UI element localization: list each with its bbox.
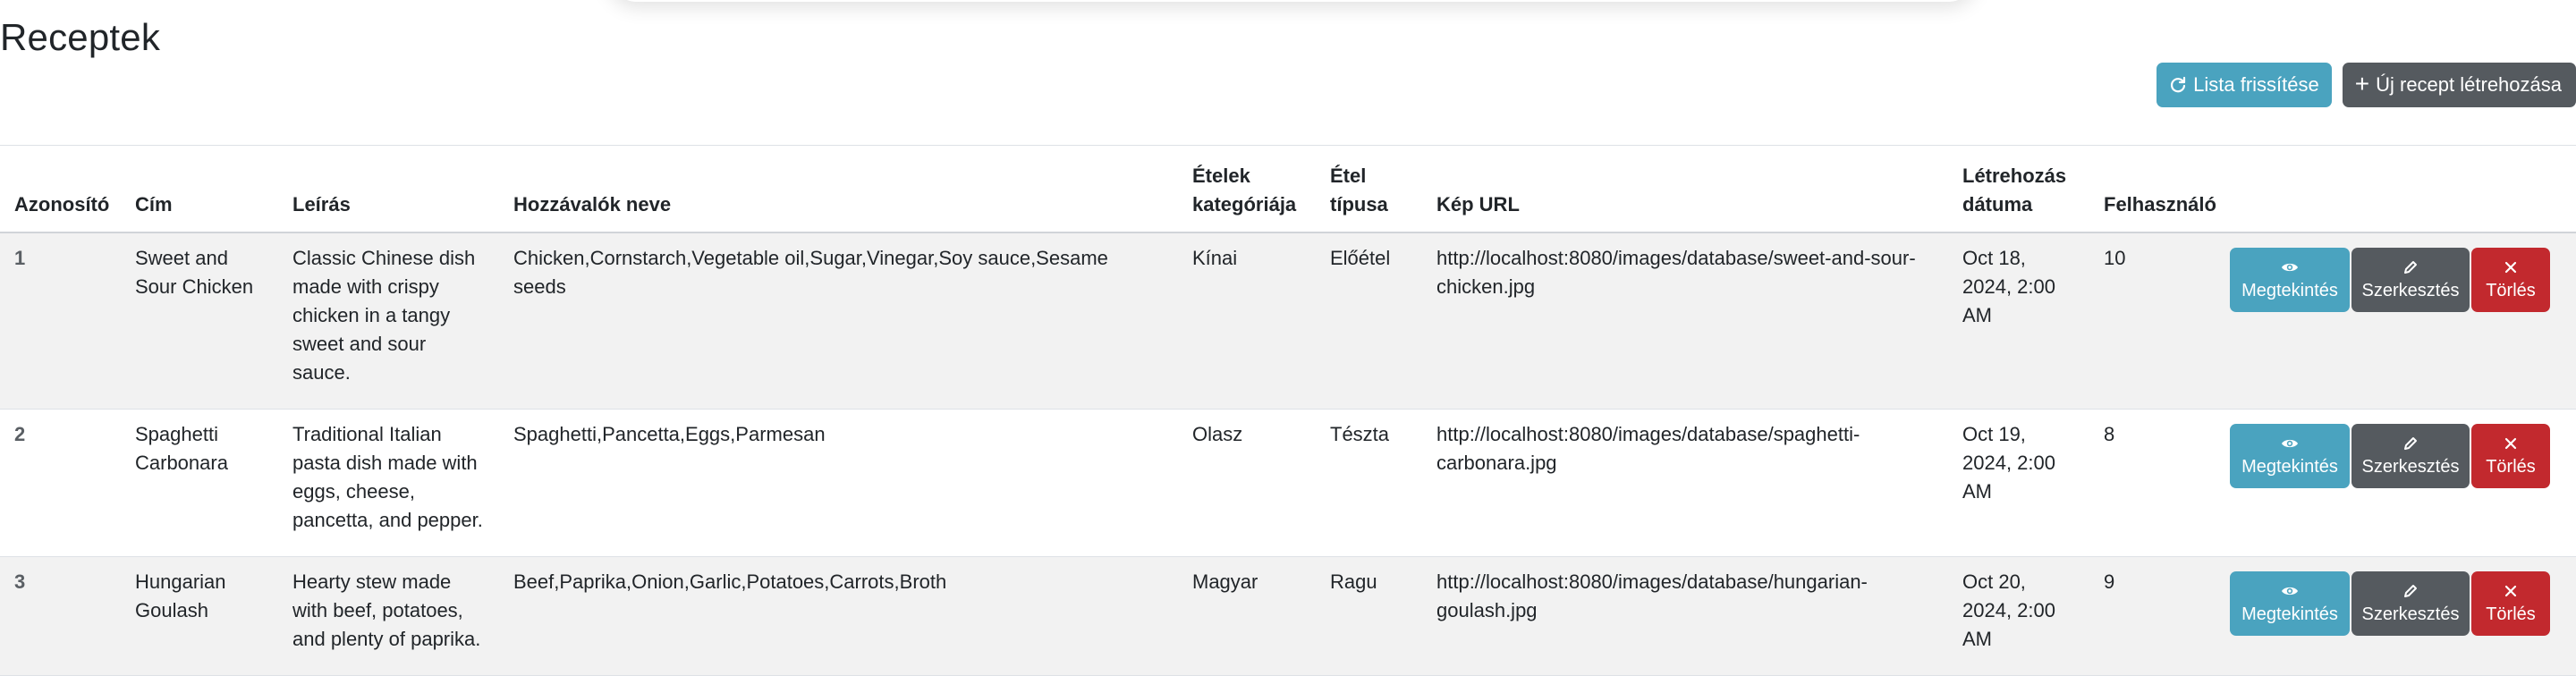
delete-button[interactable]: Törlés [2471,424,2550,488]
cell-id: 1 [0,232,121,410]
cell-title: Sweet and Sour Chicken [121,232,278,410]
delete-label: Törlés [2486,280,2536,300]
header-title: Cím [121,146,278,233]
edit-label: Szerkesztés [2361,604,2460,624]
edit-button[interactable]: Szerkesztés [2351,248,2470,312]
view-button[interactable]: Megtekintés [2230,424,2350,488]
eye-icon [2281,259,2299,275]
cell-created: Oct 20, 2024, 2:00 AM [1948,556,2089,676]
view-label: Megtekintés [2241,280,2338,300]
cell-created: Oct 18, 2024, 2:00 AM [1948,232,2089,410]
row-actions: Megtekintés Szerkesztés Törlés [2230,571,2563,636]
view-button[interactable]: Megtekintés [2230,571,2350,636]
cell-user: 9 [2089,556,2230,676]
x-icon [2504,583,2517,599]
cell-id: 2 [0,409,121,557]
cell-type: Ragu [1316,556,1422,676]
row-actions: Megtekintés Szerkesztés Törlés [2230,424,2563,488]
top-overlay-shadow [608,0,1977,2]
delete-button[interactable]: Törlés [2471,248,2550,312]
cell-user: 8 [2089,409,2230,557]
x-icon [2504,259,2517,275]
create-recipe-button[interactable]: + Új recept létrehozása [2342,63,2576,107]
table-row: 3 Hungarian Goulash Hearty stew made wit… [0,556,2576,676]
cell-image-url: http://localhost:8080/images/database/hu… [1422,556,1948,676]
header-category: Ételek kategóriája [1178,146,1316,233]
table-row: 2 Spaghetti Carbonara Traditional Italia… [0,409,2576,557]
cell-description: Traditional Italian pasta dish made with… [278,409,499,557]
cell-title: Spaghetti Carbonara [121,409,278,557]
header-type: Étel típusa [1316,146,1422,233]
pencil-icon [2402,435,2419,452]
page-title: Receptek [0,16,161,58]
edit-button[interactable]: Szerkesztés [2351,424,2470,488]
header-actions [2230,146,2576,233]
table-row: 1 Sweet and Sour Chicken Classic Chinese… [0,232,2576,410]
cell-category: Magyar [1178,556,1316,676]
delete-label: Törlés [2486,604,2536,624]
pencil-icon [2402,259,2419,275]
cell-category: Olasz [1178,409,1316,557]
header-image-url: Kép URL [1422,146,1948,233]
cell-created: Oct 19, 2024, 2:00 AM [1948,409,2089,557]
cell-title: Hungarian Goulash [121,556,278,676]
edit-label: Szerkesztés [2361,280,2460,300]
cell-description: Classic Chinese dish made with crispy ch… [278,232,499,410]
x-icon [2504,435,2517,452]
cell-ingredients: Spaghetti,Pancetta,Eggs,Parmesan [499,409,1178,557]
cell-actions: Megtekintés Szerkesztés Törlés [2230,409,2576,557]
refresh-list-button[interactable]: Lista frissítése [2157,63,2332,107]
delete-button[interactable]: Törlés [2471,571,2550,636]
cell-ingredients: Beef,Paprika,Onion,Garlic,Potatoes,Carro… [499,556,1178,676]
header-description: Leírás [278,146,499,233]
pencil-icon [2402,583,2419,599]
eye-icon [2281,583,2299,599]
refresh-icon [2169,76,2187,94]
cell-type: Tészta [1316,409,1422,557]
cell-type: Előétel [1316,232,1422,410]
recipes-table: Azonosító Cím Leírás Hozzávalók neve Éte… [0,145,2576,676]
cell-description: Hearty stew made with beef, potatoes, an… [278,556,499,676]
cell-category: Kínai [1178,232,1316,410]
header-ingredients: Hozzávalók neve [499,146,1178,233]
eye-icon [2281,435,2299,452]
row-actions: Megtekintés Szerkesztés Törlés [2230,248,2563,312]
edit-label: Szerkesztés [2361,456,2460,477]
plus-icon: + [2354,70,2370,97]
header-created: Létrehozás dátuma [1948,146,2089,233]
cell-image-url: http://localhost:8080/images/database/sp… [1422,409,1948,557]
view-button[interactable]: Megtekintés [2230,248,2350,312]
view-label: Megtekintés [2241,456,2338,477]
edit-button[interactable]: Szerkesztés [2351,571,2470,636]
cell-ingredients: Chicken,Cornstarch,Vegetable oil,Sugar,V… [499,232,1178,410]
cell-image-url: http://localhost:8080/images/database/sw… [1422,232,1948,410]
view-label: Megtekintés [2241,604,2338,624]
cell-id: 3 [0,556,121,676]
create-recipe-label: Új recept létrehozása [2376,73,2562,96]
cell-actions: Megtekintés Szerkesztés Törlés [2230,232,2576,410]
cell-actions: Megtekintés Szerkesztés Törlés [2230,556,2576,676]
delete-label: Törlés [2486,456,2536,477]
refresh-list-label: Lista frissítése [2193,73,2319,96]
toolbar: Lista frissítése + Új recept létrehozása [2157,63,2576,107]
header-user: Felhasználó [2089,146,2230,233]
cell-user: 10 [2089,232,2230,410]
header-id: Azonosító [0,146,121,233]
table-header-row: Azonosító Cím Leírás Hozzávalók neve Éte… [0,146,2576,233]
